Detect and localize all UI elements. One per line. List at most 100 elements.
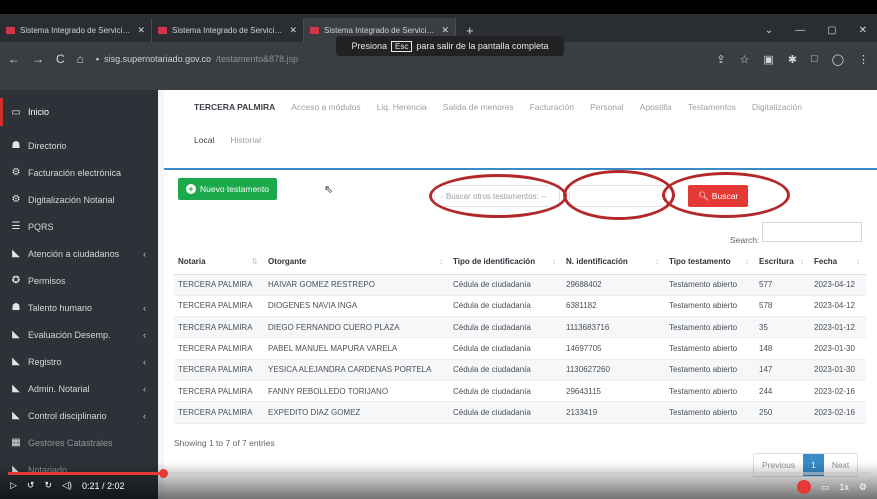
sort-icon: ↕ [856,257,860,267]
module-nav-link[interactable]: Liq. Herencia [377,102,427,112]
new-testament-button[interactable]: + Nuevo testamento [178,178,277,200]
speed-label[interactable]: 1x [839,482,849,492]
url-field[interactable]: ▪ sisg.supernotariado.gov.co/testamento&… [95,48,298,70]
module-nav-link[interactable]: Testamentos [688,102,736,112]
table-row[interactable]: TERCERA PALMIRA FANNY REBOLLEDO TORIJANO C… [174,380,866,403]
module-nav-link[interactable]: Facturación [530,102,574,112]
module-subnav-link[interactable]: Historial [230,135,261,145]
column-header[interactable]: Otorgante ↕ [264,250,449,275]
table-cell: 29643115 [562,380,665,403]
favicon-icon [310,26,319,34]
annotation-ring [563,170,675,220]
table-cell: TERCERA PALMIRA [174,401,264,424]
column-header[interactable]: N. identificación ↕ [562,250,665,275]
reload-icon[interactable]: C [56,52,65,66]
forward-icon[interactable]: → [32,52,44,66]
module-nav-link[interactable]: Acceso a módulos [291,102,360,112]
window-controls: ⌄ — ▢ ✕ [755,25,877,42]
table-row[interactable]: TERCERA PALMIRA PABEL MANUEL MAPURA VAREL… [174,337,866,360]
column-header[interactable]: Tipo testamento ↕ [665,250,755,275]
extension-icon[interactable]: ▣ [763,53,773,66]
module-nav-link[interactable]: Salida de menores [443,102,514,112]
table-row[interactable]: TERCERA PALMIRA EXPEDITO DIAZ GOMEZ Cédula… [174,401,866,424]
puzzle-icon[interactable]: ✱ [788,53,797,66]
sidebar-item-admin-notarial[interactable]: ◣ Admin. Notarial ‹ [0,375,158,402]
play-icon[interactable]: ▷ [10,480,17,491]
forward-10-icon[interactable]: ↻ [44,480,52,491]
captions-icon[interactable]: ▭ [821,482,830,493]
column-header[interactable]: Escritura ↕ [755,250,810,275]
sidebar-item-gestores-catastrales[interactable]: ▦ Gestores Catastrales [0,429,158,456]
sidebar-item-directorio[interactable]: ☗ Directorio [0,132,158,159]
share-icon[interactable]: ⇪ [716,53,725,66]
table-search-input[interactable] [762,222,862,242]
fullscreen-toast: Presiona Esc para salir de la pantalla c… [336,36,564,56]
video-controls-shade [0,462,877,499]
table-row[interactable]: TERCERA PALMIRA DIOGENES NAVIA INGA Cédula… [174,295,866,318]
sidebar-item-evaluación-desemp[interactable]: ◣ Evaluación Desemp. ‹ [0,321,158,348]
star-icon[interactable]: ☆ [740,53,750,66]
close-icon[interactable]: ✕ [137,25,145,36]
sidebar-item-pqrs[interactable]: ☰ PQRS [0,213,158,240]
column-header[interactable]: Tipo de identificación ↕ [449,250,562,275]
sidebar-item-facturación-electrónica[interactable]: ⚙ Facturación electrónica [0,159,158,186]
table-cell: 578 [755,295,810,318]
profile-icon[interactable]: ◯ [832,53,844,66]
table-cell: 1130627260 [562,359,665,381]
sidebar-item-registro[interactable]: ◣ Registro ‹ [0,348,158,375]
minimize-icon[interactable]: — [795,25,805,36]
table-cell: 6381182 [562,295,665,318]
settings-icon[interactable]: ⚙ [859,482,867,493]
column-header[interactable]: Fecha ↕ [810,250,866,275]
table-cell: 244 [755,380,810,403]
table-cell: Cédula de ciudadanía [449,380,562,403]
table-row[interactable]: TERCERA PALMIRA HAIVAR GOMEZ RESTREPO Cédu… [174,274,866,296]
table-cell: 577 [755,274,810,296]
table-cell: HAIVAR GOMEZ RESTREPO [264,274,449,296]
module-subnav-link[interactable]: Local [194,135,214,145]
browser-tab[interactable]: Sistema Integrado de Servicios y ✕ [0,18,152,42]
home-icon[interactable]: ⌂ [77,52,84,66]
module-nav-row1: TERCERA PALMIRA Acceso a módulos Liq. Here… [194,102,802,112]
sidebar-item-permisos[interactable]: ✪ Permisos [0,267,158,294]
sidepanel-icon[interactable]: □ [811,53,818,65]
rewind-10-icon[interactable]: ↺ [27,480,35,491]
sidebar-item-label: Inicio [28,107,50,117]
maximize-icon[interactable]: ▢ [827,25,836,36]
plus-circle-icon: + [186,184,196,194]
tab-title: Sistema Integrado de Servicios y [172,25,285,35]
table-cell: 14697705 [562,337,665,360]
column-header[interactable]: Notaria ⇅ [174,250,264,275]
table-row[interactable]: TERCERA PALMIRA DIEGO FERNANDO CUERO PLAZ… [174,316,866,339]
table-cell: Testamento abierto [665,316,755,339]
sort-icon: ↕ [552,257,556,267]
back-icon[interactable]: ← [8,52,20,66]
sidebar-item-digitalización-notarial[interactable]: ⚙ Digitalización Notarial [0,186,158,213]
close-window-icon[interactable]: ✕ [859,25,867,36]
table-cell: PABEL MANUEL MAPURA VARELA [264,337,449,360]
table-cell: Testamento abierto [665,359,755,381]
module-nav-link[interactable]: Apostilla [640,102,672,112]
table-cell: EXPEDITO DIAZ GOMEZ [264,401,449,424]
sidebar-item-inicio[interactable]: ▭ Inicio [0,98,158,126]
browser-actions: ⇪ ☆ ▣ ✱ □ ◯ ⋮ [716,53,869,66]
close-icon[interactable]: ✕ [289,25,297,36]
sidebar-item-talento-humano[interactable]: ☗ Talento humano ‹ [0,294,158,321]
table-cell: 1113683716 [562,316,665,339]
annotation-ring [662,172,790,218]
chevron-down-icon[interactable]: ⌄ [765,25,773,36]
table-cell: 35 [755,316,810,339]
menu-icon[interactable]: ⋮ [858,53,869,66]
video-controls-right: ▭ 1x ⚙ [796,480,867,494]
sidebar-item-atención-a-ciudadanos[interactable]: ◣ Atención a ciudadanos ‹ [0,240,158,267]
volume-icon[interactable]: ◁) [62,480,72,491]
lock-icon: ▪ [95,54,100,64]
module-nav-link[interactable]: Personal [590,102,624,112]
close-icon[interactable]: ✕ [441,25,449,36]
video-scrubber-handle[interactable] [159,469,168,478]
browser-tab[interactable]: Sistema Integrado de Servicios y ✕ [152,18,304,42]
table-row[interactable]: TERCERA PALMIRA YESICA ALEJANDRA CARDENAS… [174,359,866,381]
sidebar-item-control-disciplinario[interactable]: ◣ Control disciplinario ‹ [0,402,158,429]
sidebar-item-label: Admin. Notarial [28,383,90,394]
module-nav-link[interactable]: Digitalización [752,102,802,112]
